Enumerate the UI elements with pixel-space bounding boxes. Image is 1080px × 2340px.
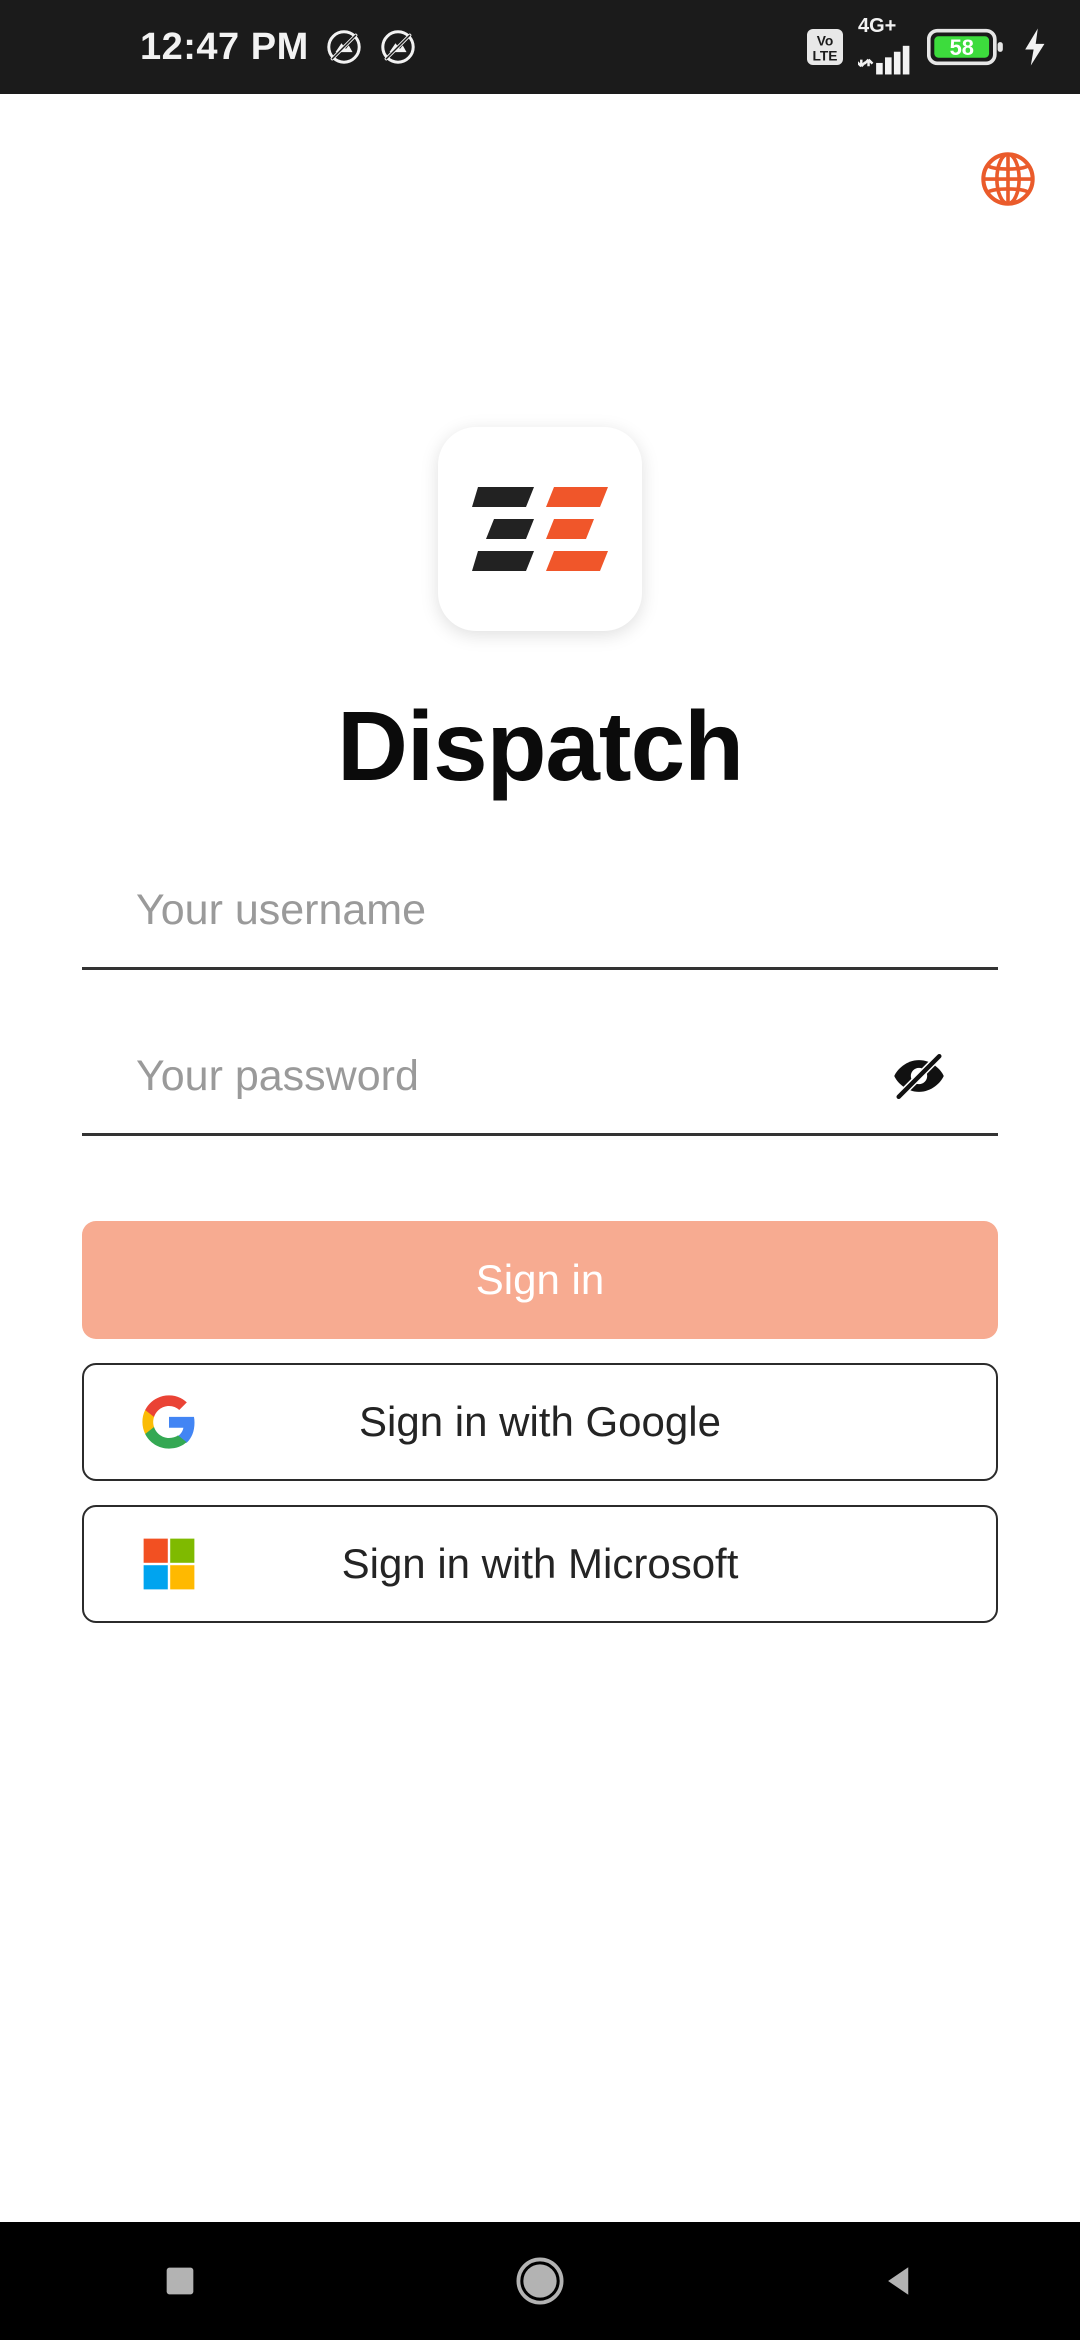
password-field-wrapper — [82, 1019, 998, 1136]
network-type-label: 4G+ — [858, 14, 897, 37]
status-bar: 12:47 PM Vo LTE 4G+ 58 — [0, 0, 1080, 94]
sign-in-button-label: Sign in — [475, 1255, 605, 1303]
app-logo-tile — [438, 427, 642, 631]
charging-bolt-icon — [1025, 28, 1045, 66]
password-input[interactable] — [82, 1019, 998, 1133]
google-g-icon — [142, 1395, 195, 1449]
dispatch-logo-icon — [472, 487, 608, 571]
signal-group: 4G+ — [858, 16, 914, 79]
battery-icon: 58 — [927, 28, 1003, 66]
page-title: Dispatch — [337, 691, 744, 801]
android-navigation-bar — [0, 2222, 1080, 2340]
globe-icon — [981, 152, 1035, 206]
sign-in-button[interactable]: Sign in — [82, 1220, 998, 1339]
eye-off-icon — [894, 1053, 944, 1100]
status-bar-clock: 12:47 PM — [140, 25, 309, 68]
sign-in-with-microsoft-button[interactable]: Sign in with Microsoft — [82, 1504, 998, 1623]
nav-back-button[interactable] — [830, 2222, 970, 2340]
username-field-wrapper — [82, 853, 998, 970]
sign-in-with-google-label: Sign in with Google — [359, 1397, 721, 1445]
auth-buttons-group: Sign in Sign in with Google Sign in with… — [82, 1220, 998, 1623]
square-icon — [166, 2267, 194, 2295]
svg-text:Vo: Vo — [817, 34, 834, 49]
svg-text:LTE: LTE — [812, 49, 837, 64]
sign-in-with-google-button[interactable]: Sign in with Google — [82, 1362, 998, 1481]
username-input[interactable] — [82, 853, 998, 967]
nav-home-button[interactable] — [470, 2222, 610, 2340]
dnd-icon — [327, 30, 361, 64]
microsoft-squares-icon — [143, 1538, 195, 1590]
toggle-password-visibility-button[interactable] — [888, 1045, 950, 1107]
signal-icon — [858, 45, 910, 74]
nav-recents-button[interactable] — [110, 2222, 250, 2340]
volte-icon: Vo LTE — [807, 29, 843, 65]
sign-in-with-microsoft-label: Sign in with Microsoft — [341, 1539, 739, 1587]
status-bar-left: 12:47 PM — [140, 26, 417, 69]
login-form — [82, 853, 998, 1136]
status-bar-right: Vo LTE 4G+ 58 — [805, 16, 1050, 79]
phone-screen: 12:47 PM Vo LTE 4G+ 58 Dispatch Your use… — [0, 0, 1080, 2340]
battery-percent-label: 58 — [950, 35, 974, 60]
circle-icon — [516, 2257, 564, 2305]
triangle-left-icon — [888, 2267, 909, 2295]
language-selector-button[interactable] — [972, 143, 1044, 215]
dnd-icon — [381, 30, 415, 64]
login-screen-content: Dispatch Sign in — [0, 94, 1080, 2222]
